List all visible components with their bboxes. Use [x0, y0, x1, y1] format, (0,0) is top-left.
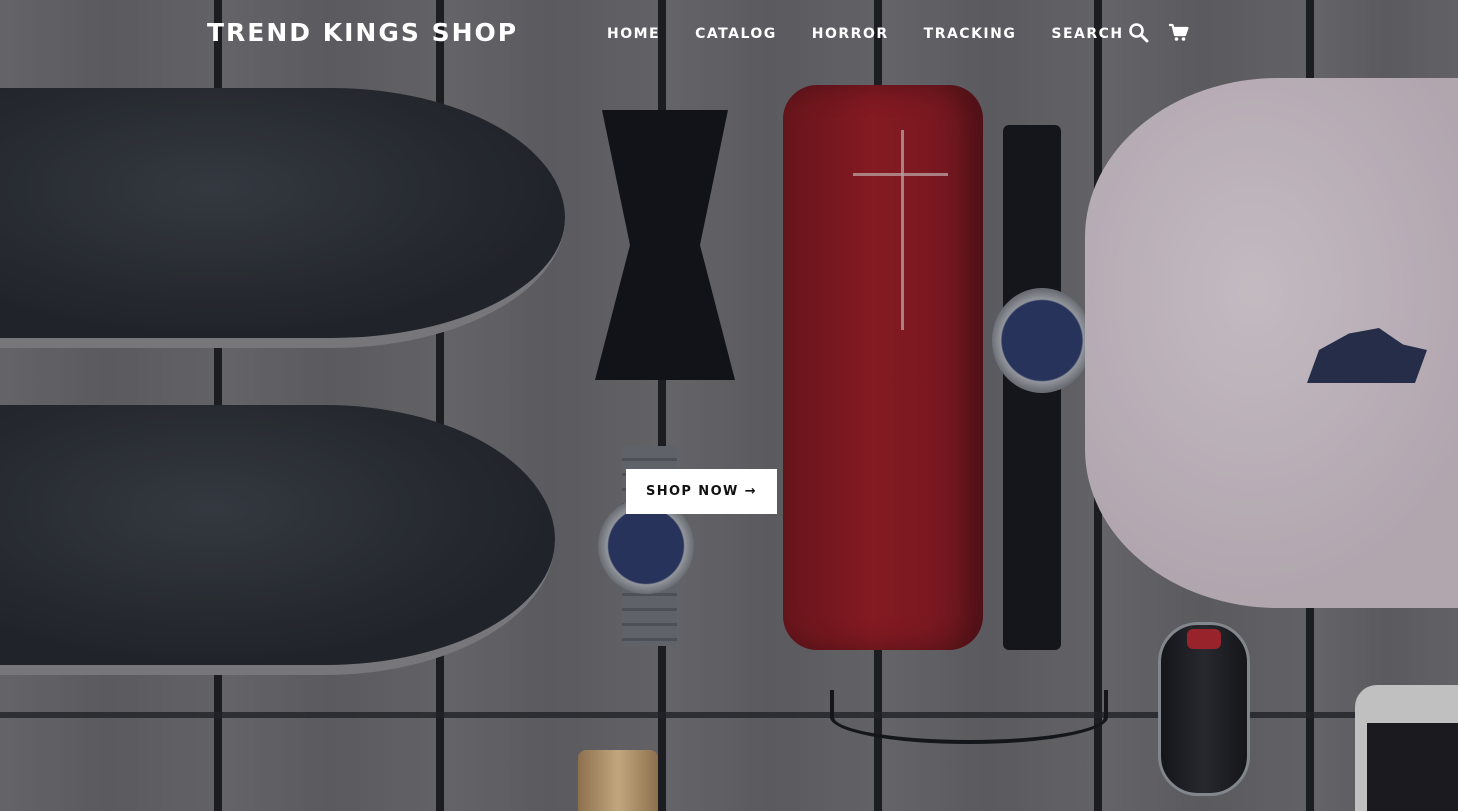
cart-icon[interactable] — [1168, 22, 1190, 44]
arrow-right-icon: → — [744, 484, 758, 499]
search-icon[interactable] — [1128, 22, 1150, 44]
shop-now-button[interactable]: SHOP NOW → — [626, 469, 777, 514]
shop-now-label: SHOP NOW — [645, 484, 739, 499]
nav-item-home[interactable]: HOME — [607, 26, 660, 42]
site-logo[interactable]: TREND KINGS SHOP — [207, 18, 518, 47]
nav-item-horror[interactable]: HORROR — [812, 26, 889, 42]
hero-overlay — [0, 0, 1458, 811]
hero-banner: TREND KINGS SHOP HOME CATALOG HORROR TRA… — [0, 0, 1458, 811]
nav-item-catalog[interactable]: CATALOG — [695, 26, 777, 42]
nav-item-search[interactable]: SEARCH — [1051, 26, 1123, 42]
main-nav: HOME CATALOG HORROR TRACKING SEARCH — [607, 26, 1124, 42]
nav-item-tracking[interactable]: TRACKING — [924, 26, 1017, 42]
site-header: TREND KINGS SHOP HOME CATALOG HORROR TRA… — [0, 0, 1458, 70]
